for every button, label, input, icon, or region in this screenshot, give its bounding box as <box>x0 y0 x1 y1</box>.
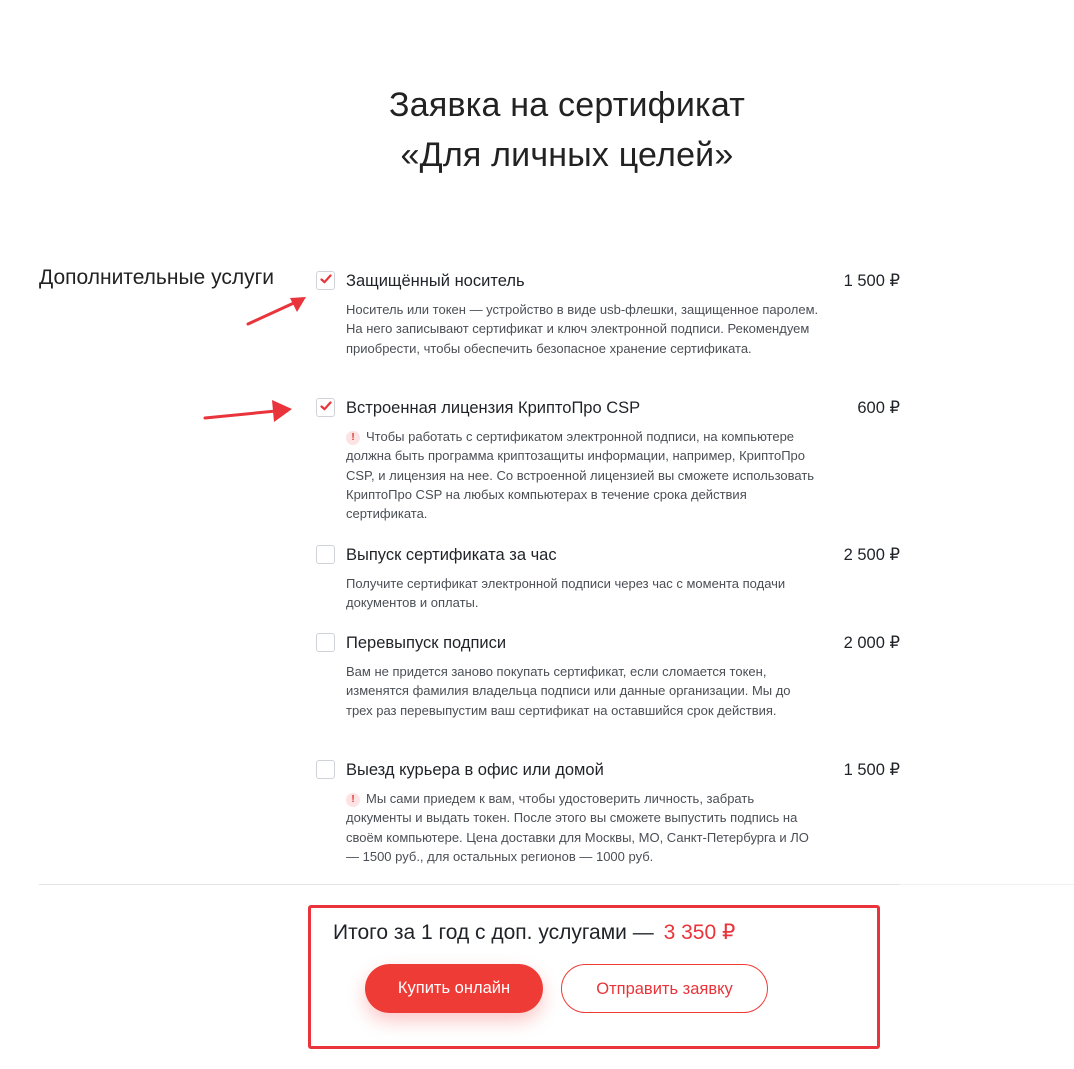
service-item-express-issue: Выпуск сертификата за час 2 500 ₽ Получи… <box>316 545 900 615</box>
service-price: 2 500 ₽ <box>843 546 900 564</box>
checkbox-secure-media[interactable] <box>316 271 335 290</box>
checkmark-icon <box>320 274 332 284</box>
service-description: Носитель или токен — устройство в виде u… <box>346 300 826 358</box>
checkbox-express-issue[interactable] <box>316 545 335 564</box>
page-title-line-2: «Для личных целей» <box>400 136 734 174</box>
total-sum: 3 350 ₽ <box>663 921 736 944</box>
warning-icon: ! <box>346 431 360 445</box>
section-label-additional-services: Дополнительные услуги <box>39 266 274 289</box>
total-label: Итого за 1 год с доп. услугами — <box>333 921 654 944</box>
service-price: 600 ₽ <box>857 399 900 417</box>
service-price: 2 000 ₽ <box>843 634 900 652</box>
service-item-cryptopro-license: Встроенная лицензия КриптоПро CSP 600 ₽ … <box>316 398 900 523</box>
page-title: Заявка на сертификат «Для личных целей» <box>0 80 1074 180</box>
service-description: Вам не придется заново покупать сертифик… <box>346 662 816 720</box>
service-description-text: Носитель или токен — устройство в виде u… <box>346 302 819 356</box>
service-item-courier: Выезд курьера в офис или домой 1 500 ₽ !… <box>316 760 900 870</box>
send-request-button[interactable]: Отправить заявку <box>561 964 768 1013</box>
service-item-secure-media: Защищённый носитель 1 500 ₽ Носитель или… <box>316 271 900 381</box>
annotation-arrow-icon <box>203 400 292 422</box>
checkbox-cryptopro-license[interactable] <box>316 398 335 417</box>
service-name[interactable]: Защищённый носитель <box>346 271 525 291</box>
service-description-text: Чтобы работать с сертификатом электронно… <box>346 429 815 522</box>
warning-icon: ! <box>346 793 360 807</box>
page-title-line-1: Заявка на сертификат <box>389 86 745 124</box>
service-description-text: Мы сами приедем к вам, чтобы удостоверит… <box>346 791 809 864</box>
service-name[interactable]: Выпуск сертификата за час <box>346 545 557 565</box>
divider <box>39 884 900 885</box>
checkbox-courier[interactable] <box>316 760 335 779</box>
service-description: Получите сертификат электронной подписи … <box>346 574 826 613</box>
service-price: 1 500 ₽ <box>843 761 900 779</box>
service-description-text: Получите сертификат электронной подписи … <box>346 576 786 611</box>
service-description: ! Мы сами приедем к вам, чтобы удостовери… <box>346 789 816 866</box>
divider <box>900 884 1074 885</box>
service-price: 1 500 ₽ <box>843 272 900 290</box>
buy-online-button[interactable]: Купить онлайн <box>365 964 543 1013</box>
service-description: ! Чтобы работать с сертификатом электронн… <box>346 427 822 523</box>
annotation-arrow-icon <box>246 297 306 326</box>
service-name[interactable]: Встроенная лицензия КриптоПро CSP <box>346 398 640 418</box>
service-name[interactable]: Выезд курьера в офис или домой <box>346 760 604 780</box>
service-description-text: Вам не придется заново покупать сертифик… <box>346 664 791 718</box>
service-item-reissue: Перевыпуск подписи 2 000 ₽ Вам не придет… <box>316 633 900 743</box>
checkmark-icon <box>320 401 332 411</box>
total-line: Итого за 1 год с доп. услугами — 3 350 ₽ <box>333 920 735 945</box>
checkbox-reissue[interactable] <box>316 633 335 652</box>
service-name[interactable]: Перевыпуск подписи <box>346 633 506 653</box>
total-highlight-box: Итого за 1 год с доп. услугами — 3 350 ₽… <box>308 905 880 1049</box>
